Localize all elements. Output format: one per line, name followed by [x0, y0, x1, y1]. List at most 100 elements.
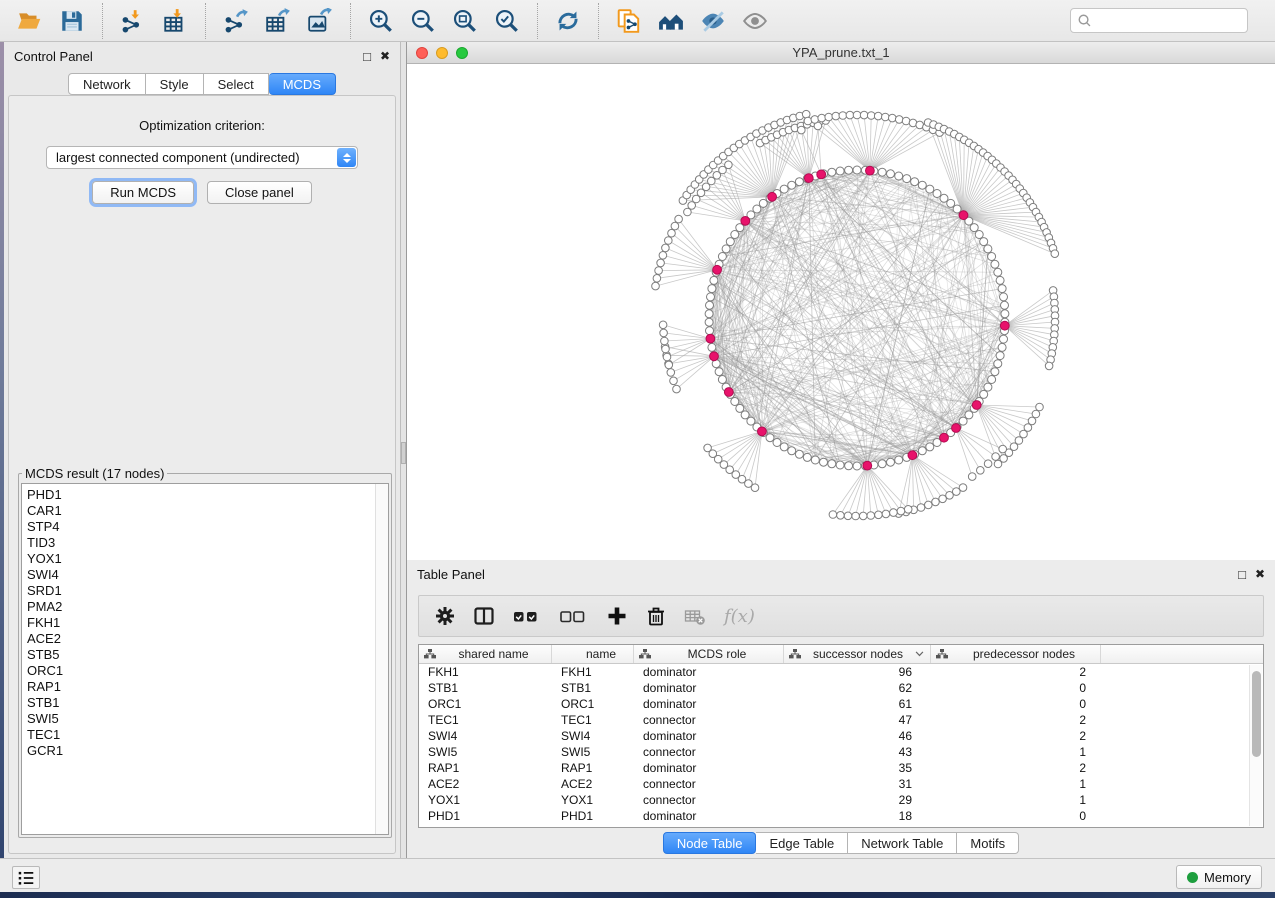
- table-row[interactable]: ACE2ACE2connector311: [419, 776, 1263, 792]
- criterion-select[interactable]: largest connected component (undirected): [46, 146, 358, 169]
- table-row[interactable]: SWI4SWI4dominator462: [419, 728, 1263, 744]
- cell: PHD1: [552, 809, 634, 823]
- mcds-result-item[interactable]: TEC1: [27, 727, 375, 743]
- tab-mcds[interactable]: MCDS: [269, 73, 336, 95]
- table-row[interactable]: ORC1ORC1dominator610: [419, 696, 1263, 712]
- panel-splitter[interactable]: [400, 42, 407, 858]
- clone-network-icon[interactable]: [616, 8, 642, 34]
- cell: RAP1: [552, 761, 634, 775]
- import-table-icon[interactable]: [162, 8, 188, 34]
- zoom-fit-icon[interactable]: [452, 8, 478, 34]
- mcds-result-list: PHD1CAR1STP4TID3YOX1SWI4SRD1PMA2FKH1ACE2…: [22, 484, 375, 834]
- network-graph[interactable]: [407, 64, 1275, 560]
- splitter-grip[interactable]: [401, 442, 406, 464]
- export-network-icon[interactable]: [223, 8, 249, 34]
- mcds-result-item[interactable]: TID3: [27, 535, 375, 551]
- export-image-icon[interactable]: [307, 8, 333, 34]
- mcds-result-item[interactable]: SWI4: [27, 567, 375, 583]
- export-table-icon[interactable]: [265, 8, 291, 34]
- zoom-out-icon[interactable]: [410, 8, 436, 34]
- mcds-result-item[interactable]: ORC1: [27, 663, 375, 679]
- eye-slash-icon[interactable]: [700, 8, 726, 34]
- tab-select[interactable]: Select: [204, 73, 269, 95]
- mcds-result-item[interactable]: STP4: [27, 519, 375, 535]
- mcds-result-item[interactable]: ACE2: [27, 631, 375, 647]
- memory-label: Memory: [1204, 870, 1251, 885]
- mcds-result-item[interactable]: YOX1: [27, 551, 375, 567]
- search-input[interactable]: [1092, 11, 1247, 31]
- function-icon[interactable]: f(x): [724, 606, 755, 627]
- plus-icon[interactable]: [605, 604, 629, 628]
- column-header-MCDS-role[interactable]: MCDS role: [634, 645, 784, 663]
- cell: 1: [931, 745, 1101, 759]
- control-panel: Control Panel □ ✖ Optimization criterion…: [4, 42, 400, 858]
- eye-icon[interactable]: [742, 8, 768, 34]
- mcds-result-item[interactable]: SWI5: [27, 711, 375, 727]
- table-row[interactable]: STB1STB1dominator620: [419, 680, 1263, 696]
- mcds-result-item[interactable]: STB5: [27, 647, 375, 663]
- memory-button[interactable]: Memory: [1176, 865, 1262, 889]
- cell: STB1: [552, 681, 634, 695]
- zoom-selected-icon[interactable]: [494, 8, 520, 34]
- houses-icon[interactable]: [658, 8, 684, 34]
- tab-style[interactable]: Style: [146, 73, 204, 95]
- table-scrollbar[interactable]: [1249, 665, 1262, 826]
- table-row[interactable]: SWI5SWI5connector431: [419, 744, 1263, 760]
- close-panel-icon[interactable]: ✖: [1255, 568, 1265, 580]
- app-window: Control Panel □ ✖ Optimization criterion…: [0, 0, 1275, 898]
- tab-node-table[interactable]: Node Table: [663, 832, 757, 854]
- float-window-icon[interactable]: □: [363, 50, 371, 63]
- columns-icon[interactable]: [472, 604, 496, 628]
- tab-network-table[interactable]: Network Table: [848, 832, 957, 854]
- delete-column-icon[interactable]: [683, 604, 707, 628]
- float-window-icon[interactable]: □: [1238, 568, 1246, 581]
- table-toolbar: f(x): [418, 595, 1264, 637]
- tab-motifs[interactable]: Motifs: [957, 832, 1019, 854]
- network-canvas[interactable]: [407, 64, 1275, 560]
- run-mcds-button[interactable]: Run MCDS: [92, 181, 194, 204]
- cell: TEC1: [552, 713, 634, 727]
- close-panel-icon[interactable]: ✖: [380, 50, 390, 62]
- tab-network[interactable]: Network: [68, 73, 146, 95]
- table-row[interactable]: PHD1PHD1dominator180: [419, 808, 1263, 824]
- close-panel-button[interactable]: Close panel: [207, 181, 312, 204]
- mcds-result-title: MCDS result (17 nodes): [22, 466, 167, 481]
- column-header-shared-name[interactable]: shared name: [419, 645, 552, 663]
- open-folder-icon[interactable]: [17, 8, 43, 34]
- unchecked-boxes-icon[interactable]: [558, 604, 590, 628]
- mcds-result-item[interactable]: STB1: [27, 695, 375, 711]
- mcds-result-item[interactable]: FKH1: [27, 615, 375, 631]
- memory-status-icon: [1187, 872, 1198, 883]
- toolbar-separator: [598, 3, 599, 39]
- show-panels-button[interactable]: [12, 866, 40, 889]
- mcds-result-item[interactable]: SRD1: [27, 583, 375, 599]
- refresh-icon[interactable]: [555, 8, 581, 34]
- zoom-in-icon[interactable]: [368, 8, 394, 34]
- cell: 1: [931, 793, 1101, 807]
- column-header-name[interactable]: name: [552, 645, 634, 663]
- scrollbar-thumb[interactable]: [1252, 671, 1261, 757]
- column-header-successor-nodes[interactable]: successor nodes: [784, 645, 931, 663]
- save-icon[interactable]: [59, 8, 85, 34]
- table-row[interactable]: TEC1TEC1connector472: [419, 712, 1263, 728]
- cell: SWI5: [552, 745, 634, 759]
- column-header-predecessor-nodes[interactable]: predecessor nodes: [931, 645, 1101, 663]
- search-field[interactable]: [1070, 8, 1248, 33]
- import-network-icon[interactable]: [120, 8, 146, 34]
- cell: PHD1: [419, 809, 552, 823]
- result-scrollbar[interactable]: [375, 484, 388, 834]
- mcds-result-item[interactable]: RAP1: [27, 679, 375, 695]
- checked-boxes-icon[interactable]: [511, 604, 543, 628]
- mcds-result-item[interactable]: CAR1: [27, 503, 375, 519]
- trash-icon[interactable]: [644, 604, 668, 628]
- table-row[interactable]: YOX1YOX1connector291: [419, 792, 1263, 808]
- mcds-result-item[interactable]: PMA2: [27, 599, 375, 615]
- table-row[interactable]: FKH1FKH1dominator962: [419, 664, 1263, 680]
- table-row[interactable]: RAP1RAP1dominator352: [419, 760, 1263, 776]
- mcds-result-item[interactable]: GCR1: [27, 743, 375, 759]
- tab-edge-table[interactable]: Edge Table: [756, 832, 848, 854]
- cell: dominator: [634, 681, 784, 695]
- gear-icon[interactable]: [433, 604, 457, 628]
- cell: 31: [784, 777, 931, 791]
- mcds-result-item[interactable]: PHD1: [27, 487, 375, 503]
